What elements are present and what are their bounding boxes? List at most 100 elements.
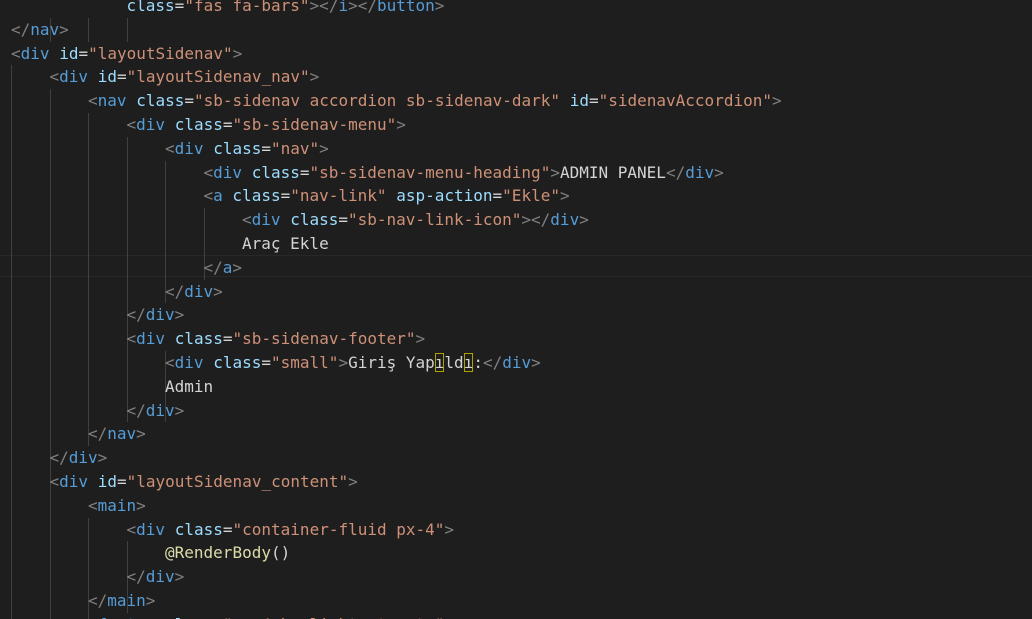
- code-token: "layoutSidenav_content": [126, 471, 349, 491]
- code-token: class: [232, 186, 281, 206]
- code-token: "sb-sidenav-menu-heading": [309, 162, 551, 182]
- code-token: </: [88, 424, 108, 444]
- code-token: >: [232, 43, 243, 63]
- code-line[interactable]: </nav>: [11, 422, 782, 446]
- code-token: "nav-link": [290, 186, 387, 206]
- code-token: <: [165, 352, 175, 372]
- code-line[interactable]: </div>: [11, 399, 782, 423]
- code-lines[interactable]: class="fas fa-bars"></i></button> </nav> <…: [11, 0, 782, 619]
- code-token: >: [348, 471, 358, 491]
- code-token: class: [136, 91, 185, 111]
- code-token: id: [59, 43, 79, 63]
- code-token: </: [88, 590, 108, 610]
- code-line[interactable]: <div class="nav">: [11, 137, 782, 161]
- code-line[interactable]: <div class="sb-sidenav-menu">: [11, 113, 782, 137]
- code-token: a: [222, 257, 233, 277]
- code-token: >: [444, 519, 455, 539]
- code-token: div: [251, 210, 281, 230]
- code-token: id: [569, 91, 589, 111]
- code-line[interactable]: </div>: [11, 446, 782, 470]
- code-line[interactable]: </a>: [11, 256, 782, 280]
- code-token: >: [145, 590, 156, 610]
- code-token: div: [145, 567, 175, 587]
- code-token: asp-action: [396, 186, 493, 206]
- code-token: div: [68, 448, 98, 468]
- code-token: </: [126, 567, 146, 587]
- code-token: =: [261, 352, 271, 372]
- code-editor[interactable]: class="fas fa-bars"></i></button> </nav> <…: [0, 0, 1032, 619]
- code-line[interactable]: <div class="sb-sidenav-menu-heading">ADM…: [11, 161, 782, 185]
- code-line[interactable]: class="fas fa-bars"></i></button>: [11, 0, 782, 18]
- code-token: class: [174, 329, 223, 349]
- code-token: "Ekle": [502, 186, 560, 206]
- code-token: div: [59, 67, 89, 87]
- code-token: >: [338, 352, 349, 372]
- code-line[interactable]: <div class="sb-sidenav-footer">: [11, 327, 782, 351]
- code-token: </: [203, 257, 223, 277]
- code-token: ></: [309, 0, 339, 15]
- code-token: >: [309, 67, 320, 87]
- code-line[interactable]: <div id="layoutSidenav">: [11, 42, 782, 66]
- code-token: >: [531, 352, 541, 372]
- code-line[interactable]: </div>: [11, 280, 782, 304]
- code-token: main: [97, 495, 137, 515]
- code-token: >: [59, 19, 69, 39]
- code-token: div: [136, 519, 166, 539]
- code-token: Admin: [165, 376, 214, 396]
- code-line[interactable]: </div>: [11, 303, 782, 327]
- code-line[interactable]: </div>: [11, 565, 782, 589]
- code-token: >: [550, 162, 560, 182]
- code-token: div: [184, 281, 214, 301]
- code-token: <: [126, 329, 137, 349]
- code-token: class: [213, 352, 262, 372]
- code-token: <: [11, 43, 21, 63]
- code-token: =: [492, 186, 503, 206]
- code-line[interactable]: Admin: [11, 375, 782, 399]
- code-token: >: [579, 210, 589, 230]
- code-token: <: [88, 615, 98, 619]
- code-token: </: [126, 305, 146, 325]
- code-token: div: [174, 352, 204, 372]
- code-line[interactable]: Araç Ekle: [11, 232, 782, 256]
- code-token: </: [665, 162, 686, 182]
- code-token: <: [88, 495, 98, 515]
- code-token: </: [11, 19, 31, 39]
- code-token: class: [251, 162, 300, 182]
- code-token: <: [126, 519, 137, 539]
- code-token: =: [222, 114, 233, 134]
- code-token: nav: [107, 424, 137, 444]
- code-token: >: [136, 495, 146, 515]
- code-line[interactable]: @RenderBody(): [11, 541, 782, 565]
- code-token: >: [232, 257, 243, 277]
- code-line[interactable]: </main>: [11, 589, 782, 613]
- code-line[interactable]: <footer class="py-4 bg-light mt-auto">: [11, 613, 782, 619]
- code-token: =: [338, 210, 348, 230]
- code-line[interactable]: <main>: [11, 494, 782, 518]
- code-token: <: [165, 138, 175, 158]
- code-token: >: [136, 424, 146, 444]
- code-token: =: [184, 91, 194, 111]
- code-line[interactable]: </nav>: [11, 18, 782, 42]
- code-token: div: [59, 471, 89, 491]
- code-token: </: [165, 281, 185, 301]
- code-line[interactable]: <a class="nav-link" asp-action="Ekle">: [11, 184, 782, 208]
- code-line[interactable]: <div class="sb-nav-link-icon"></div>: [11, 208, 782, 232]
- code-token: div: [174, 138, 204, 158]
- code-line[interactable]: <div class="small">Giriş Yapıldı:</div>: [11, 351, 782, 375]
- code-line[interactable]: <div id="layoutSidenav_nav">: [11, 65, 782, 89]
- code-line[interactable]: <div id="layoutSidenav_content">: [11, 470, 782, 494]
- code-token: >: [174, 400, 185, 420]
- code-line[interactable]: <div class="container-fluid px-4">: [11, 518, 782, 542]
- code-token: class: [165, 615, 213, 619]
- code-token: Giriş Yap: [348, 352, 435, 372]
- code-token: ADMIN PANEL: [559, 162, 666, 182]
- code-token: =: [222, 519, 233, 539]
- code-token: i: [338, 0, 349, 15]
- code-token: div: [145, 400, 175, 420]
- code-token: div: [136, 329, 166, 349]
- code-token: "py-4 bg-light mt-auto": [223, 615, 445, 619]
- code-token: (): [270, 543, 291, 563]
- code-line[interactable]: <nav class="sb-sidenav accordion sb-side…: [11, 89, 782, 113]
